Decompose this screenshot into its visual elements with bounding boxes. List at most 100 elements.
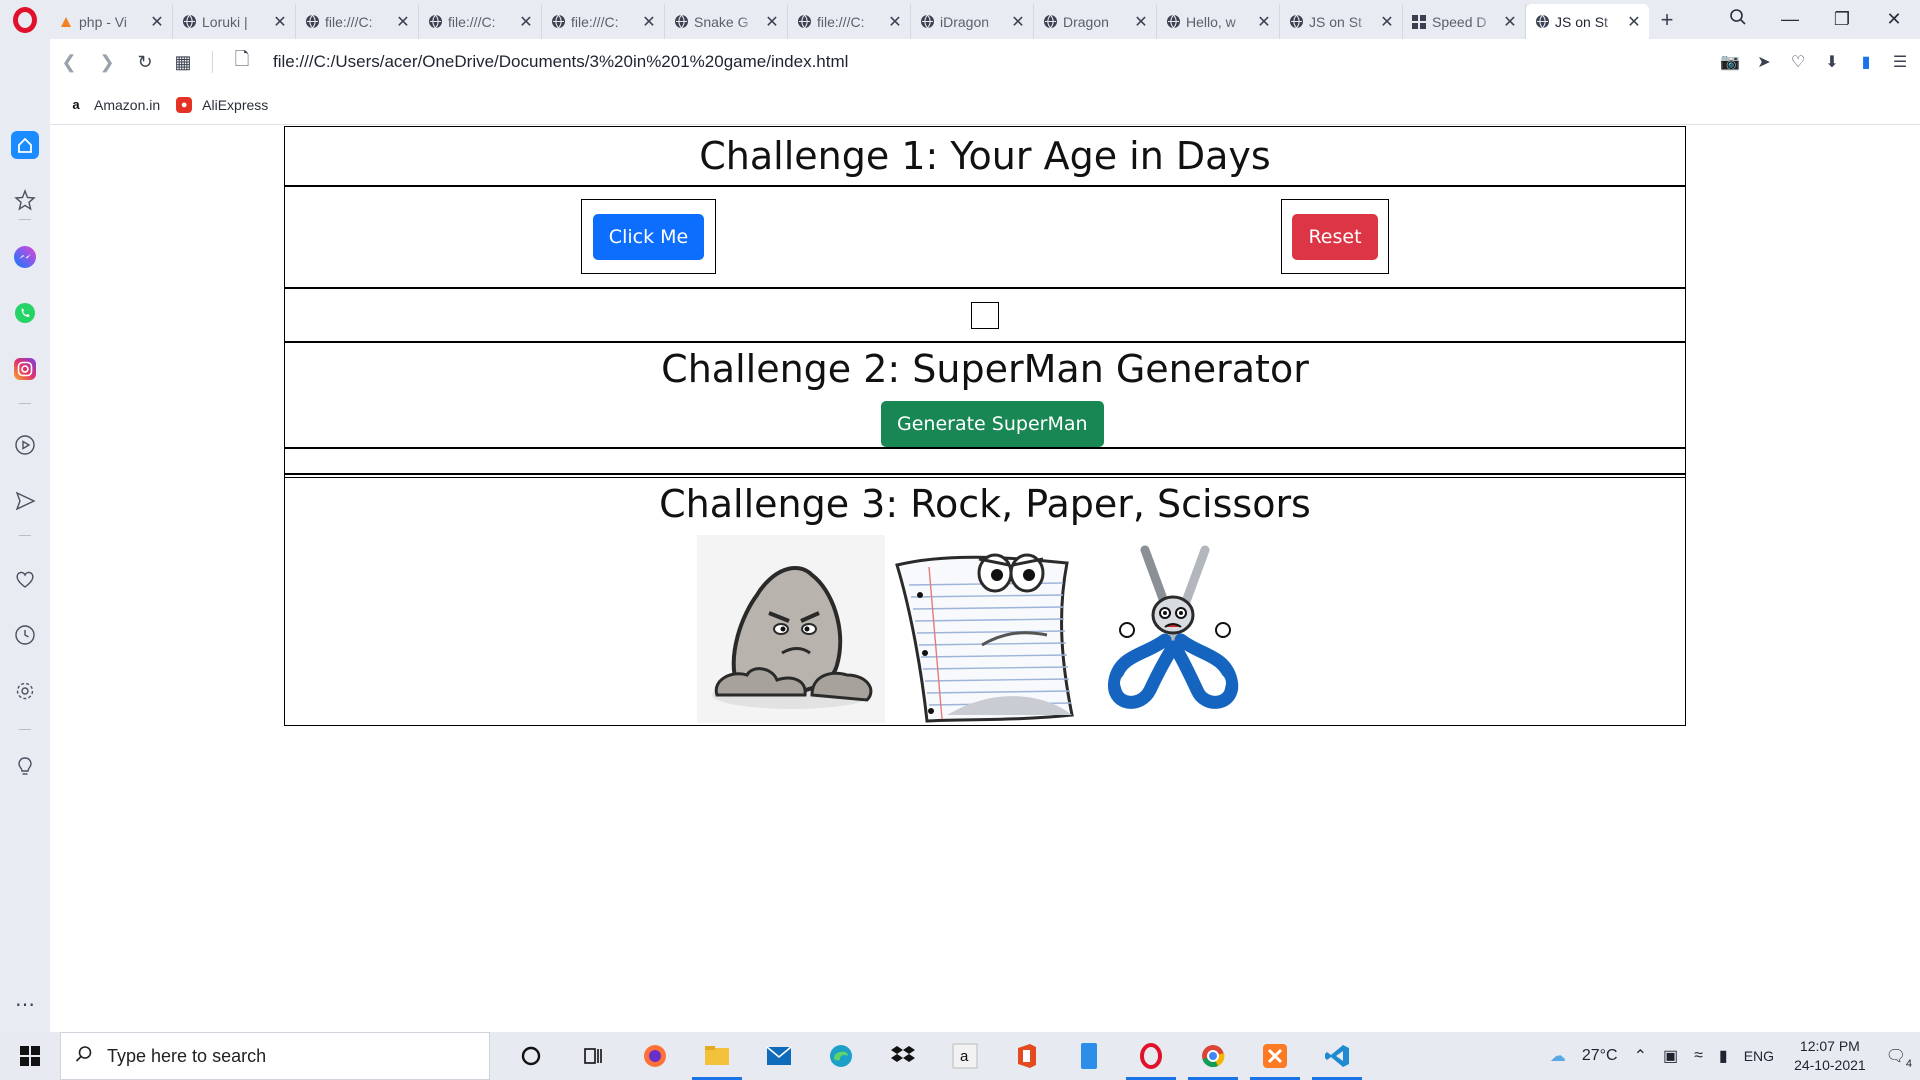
tab-title: Snake G (694, 13, 749, 30)
opera-taskbar-icon[interactable] (1120, 1032, 1182, 1080)
weather-icon[interactable]: ☁ (1550, 1046, 1566, 1066)
instagram-icon[interactable] (0, 349, 50, 389)
history-clock-icon[interactable] (0, 615, 50, 655)
wifi-icon[interactable]: ≈ (1694, 1047, 1703, 1065)
download-icon[interactable]: ⬇ (1822, 52, 1842, 72)
cortana-icon[interactable] (500, 1032, 562, 1080)
browser-tab[interactable]: Speed D ✕ (1403, 4, 1526, 39)
chevron-up-icon[interactable]: ⌃ (1634, 1046, 1647, 1066)
close-tab-icon[interactable]: ✕ (150, 12, 164, 32)
scissors-image[interactable] (1085, 535, 1265, 723)
flow-icon[interactable] (0, 481, 50, 521)
snapshot-icon[interactable]: 📷 (1720, 52, 1740, 72)
chrome-icon[interactable] (1182, 1032, 1244, 1080)
browser-tab[interactable]: Loruki | ✕ (173, 4, 296, 39)
phone-app-icon[interactable] (1058, 1032, 1120, 1080)
click-me-button[interactable]: Click Me (592, 213, 705, 260)
close-tab-icon[interactable]: ✕ (273, 12, 287, 32)
minimize-button[interactable]: — (1764, 9, 1816, 30)
reload-button[interactable]: ↻ (126, 52, 164, 73)
dropbox-icon[interactable] (872, 1032, 934, 1080)
generate-superman-button[interactable]: Generate SuperMan (881, 401, 1104, 447)
superman-output-area (285, 449, 1685, 475)
office-icon[interactable] (996, 1032, 1058, 1080)
tips-bulb-icon[interactable] (0, 747, 50, 787)
close-tab-icon[interactable]: ✕ (396, 12, 410, 32)
tabs-grid-icon[interactable]: ▦ (164, 52, 202, 73)
browser-tab[interactable]: Snake G ✕ (665, 4, 788, 39)
search-icon (75, 1045, 93, 1068)
page-file-icon: 🗋 (234, 49, 250, 69)
battery-saver-icon[interactable]: ▮ (1856, 52, 1876, 72)
easy-setup-icon[interactable]: ☰ (1890, 52, 1910, 72)
browser-tab[interactable]: JS on St ✕ (1526, 4, 1649, 39)
amazon-app-icon[interactable]: a (934, 1032, 996, 1080)
bookmark-label: Amazon.in (94, 96, 161, 113)
close-window-button[interactable]: ✕ (1868, 9, 1920, 30)
bookmark-aliexpress[interactable]: ● AliExpress (176, 96, 268, 113)
display-icon[interactable]: ▣ (1663, 1046, 1678, 1066)
close-tab-icon[interactable]: ✕ (1503, 12, 1517, 32)
clock[interactable]: 12:07 PM 24-10-2021 (1794, 1037, 1866, 1075)
close-tab-icon[interactable]: ✕ (519, 12, 533, 32)
language-indicator[interactable]: ENG (1744, 1048, 1774, 1064)
tab-title: Speed D (1432, 13, 1487, 30)
start-button[interactable] (0, 1032, 60, 1080)
rock-image[interactable] (697, 535, 885, 723)
browser-tab[interactable]: file:///C: ✕ (788, 4, 911, 39)
opera-sidebar: ⋯ (0, 39, 50, 1032)
bookmark-amazon[interactable]: a Amazon.in (68, 97, 160, 113)
whatsapp-icon[interactable] (0, 293, 50, 333)
close-tab-icon[interactable]: ✕ (1011, 12, 1025, 32)
taskbar-search[interactable]: Type here to search (60, 1032, 490, 1080)
browser-tab[interactable]: file:///C: ✕ (419, 4, 542, 39)
edge-icon[interactable] (810, 1032, 872, 1080)
home-icon[interactable] (0, 125, 50, 165)
browser-tab[interactable]: JS on St ✕ (1280, 4, 1403, 39)
browser-tab[interactable]: Hello, w ✕ (1157, 4, 1280, 39)
new-tab-button[interactable]: + (1649, 7, 1685, 33)
messenger-icon[interactable] (0, 237, 50, 277)
browser-tab[interactable]: php - Vi ✕ (50, 4, 173, 39)
battery-icon[interactable]: ▮ (1719, 1046, 1728, 1066)
browser-tab[interactable]: iDragon ✕ (911, 4, 1034, 39)
back-button[interactable]: ❮ (50, 52, 88, 73)
temperature[interactable]: 27°C (1582, 1047, 1618, 1065)
close-tab-icon[interactable]: ✕ (1134, 12, 1148, 32)
forward-button[interactable]: ❯ (88, 52, 126, 73)
browser-tab[interactable]: Dragon ✕ (1034, 4, 1157, 39)
system-tray: ☁ 27°C ⌃ ▣ ≈ ▮ ENG 12:07 PM 24-10-2021 🗨… (1542, 1032, 1920, 1080)
player-icon[interactable] (0, 425, 50, 465)
more-options-icon[interactable]: ⋯ (0, 984, 50, 1024)
restore-button[interactable]: ❐ (1816, 9, 1868, 30)
browser-tab[interactable]: file:///C: ✕ (542, 4, 665, 39)
notifications-icon[interactable]: 🗨 4 (1886, 1046, 1912, 1070)
file-explorer-icon[interactable] (686, 1032, 748, 1080)
mail-icon[interactable] (748, 1032, 810, 1080)
send-icon[interactable]: ➤ (1754, 52, 1774, 72)
close-tab-icon[interactable]: ✕ (1627, 12, 1641, 32)
paper-image[interactable] (887, 535, 1083, 723)
xampp-icon[interactable] (1244, 1032, 1306, 1080)
challenge-1-header: Challenge 1: Your Age in Days (285, 127, 1685, 187)
close-tab-icon[interactable]: ✕ (1257, 12, 1271, 32)
search-tabs-icon[interactable] (1712, 8, 1764, 31)
speed-dial-star-icon[interactable] (0, 180, 50, 220)
firefox-icon[interactable] (624, 1032, 686, 1080)
settings-gear-icon[interactable] (0, 671, 50, 711)
close-tab-icon[interactable]: ✕ (888, 12, 902, 32)
click-me-cell: Click Me (581, 199, 716, 274)
close-tab-icon[interactable]: ✕ (642, 12, 656, 32)
browser-tab[interactable]: file:///C: ✕ (296, 4, 419, 39)
games-container: Challenge 1: Your Age in Days Click Me R… (284, 126, 1686, 726)
close-tab-icon[interactable]: ✕ (765, 12, 779, 32)
vscode-icon[interactable] (1306, 1032, 1368, 1080)
heart-icon[interactable]: ♡ (1788, 52, 1808, 72)
close-tab-icon[interactable]: ✕ (1380, 12, 1394, 32)
task-view-icon[interactable] (562, 1032, 624, 1080)
sidebar-divider (19, 729, 31, 730)
reset-button[interactable]: Reset (1292, 213, 1378, 260)
url-field[interactable]: file:///C:/Users/acer/OneDrive/Documents… (273, 52, 848, 72)
pinboard-heart-icon[interactable] (0, 559, 50, 599)
opera-menu-button[interactable] (0, 0, 50, 39)
